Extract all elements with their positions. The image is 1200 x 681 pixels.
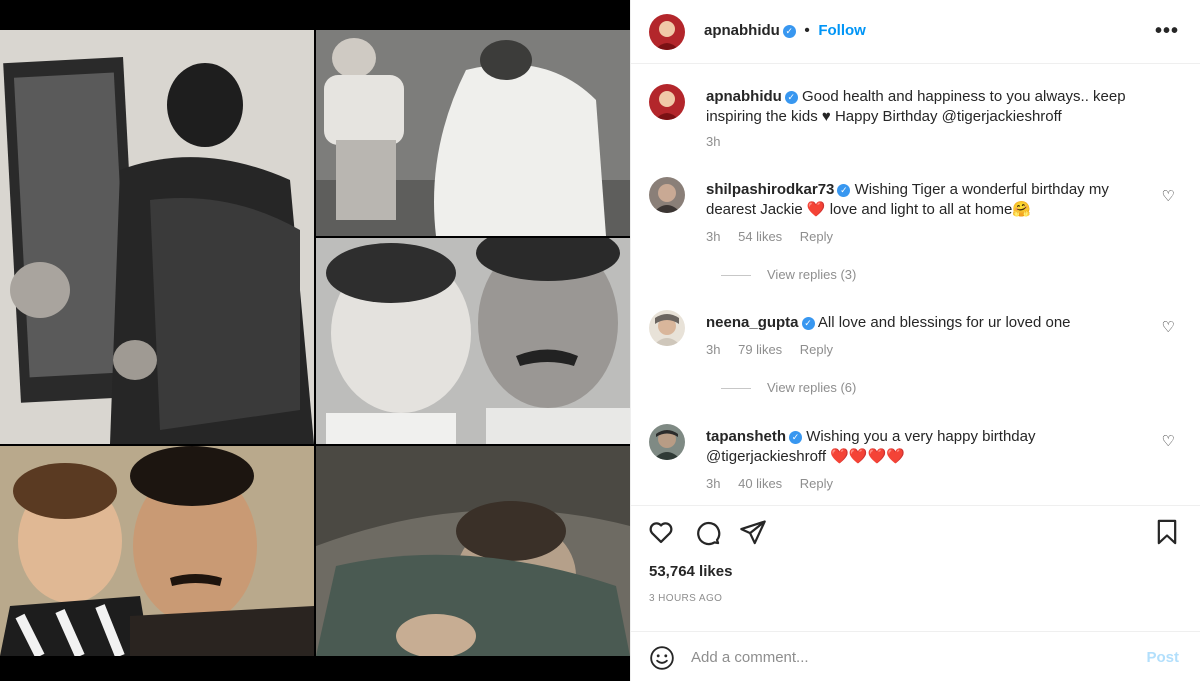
comment-item: shilpashirodkar73 ✓ Wishing Tiger a wonde… (649, 177, 1189, 287)
post-caption: apnabhidu ✓ Good health and happiness to … (649, 84, 1189, 154)
comment-body: neena_gupta ✓ All love and blessings for … (706, 313, 1156, 333)
collage-photo-man-at-wall (0, 30, 314, 444)
separator-dot: • (804, 22, 810, 39)
comment-meta: 3h 40 likes Reply (706, 476, 847, 491)
more-options-icon[interactable]: ••• (1155, 20, 1179, 43)
comment-username[interactable]: neena_gupta (706, 314, 799, 331)
comment-like-heart-icon[interactable]: ♡ (1162, 432, 1175, 450)
post-photo-collage[interactable] (0, 0, 630, 681)
comment-likes[interactable]: 79 likes (738, 342, 782, 357)
caption-body: apnabhidu ✓ Good health and happiness to … (706, 87, 1156, 127)
share-paper-plane-icon[interactable] (739, 518, 767, 546)
verified-badge-icon: ✓ (782, 25, 796, 38)
collage-photo-father-hugging-child (316, 446, 630, 656)
comments-section[interactable]: apnabhidu ✓ Good health and happiness to … (631, 64, 1200, 504)
comment-body: tapansheth ✓ Wishing you a very happy bir… (706, 427, 1156, 467)
post-detail-panel: apnabhidu ✓ • Follow ••• apnabhidu ✓ Good … (630, 0, 1200, 681)
post-comment-button[interactable]: Post (1146, 649, 1179, 666)
caption-avatar[interactable] (649, 84, 685, 120)
likes-count[interactable]: 53,764 likes (649, 563, 732, 580)
comment-item: tapansheth ✓ Wishing you a very happy bir… (649, 424, 1189, 494)
collage-photo-child-and-father (316, 238, 630, 444)
comment-item: neena_gupta ✓ All love and blessings for … (649, 310, 1189, 410)
reply-button[interactable]: Reply (800, 476, 833, 491)
comment-likes[interactable]: 40 likes (738, 476, 782, 491)
author-avatar[interactable] (649, 14, 685, 50)
add-comment-bar: Post (631, 631, 1200, 681)
caption-time: 3h (706, 134, 721, 149)
comment-time: 3h (706, 229, 721, 244)
save-bookmark-icon[interactable] (1153, 518, 1181, 546)
view-replies-button[interactable]: View replies (6) (721, 380, 856, 395)
reply-button[interactable]: Reply (800, 229, 833, 244)
comment-username[interactable]: tapansheth (706, 428, 786, 445)
author-username[interactable]: apnabhidu (704, 22, 780, 39)
caption-username[interactable]: apnabhidu (706, 88, 782, 105)
collage-photo-father-holding-son (0, 446, 314, 656)
comment-body: shilpashirodkar73 ✓ Wishing Tiger a wonde… (706, 180, 1156, 220)
caption-meta: 3h (706, 134, 734, 149)
commenter-avatar[interactable] (649, 310, 685, 346)
like-heart-icon[interactable] (647, 518, 675, 546)
reply-button[interactable]: Reply (800, 342, 833, 357)
comment-text: All love and blessings for ur loved one (817, 314, 1071, 331)
comment-meta: 3h 79 likes Reply (706, 342, 847, 357)
author-line: apnabhidu ✓ • Follow (704, 22, 866, 40)
comment-likes[interactable]: 54 likes (738, 229, 782, 244)
comment-time: 3h (706, 342, 721, 357)
view-replies-button[interactable]: View replies (3) (721, 267, 856, 282)
commenter-avatar[interactable] (649, 177, 685, 213)
verified-badge-icon: ✓ (837, 184, 851, 197)
comment-time: 3h (706, 476, 721, 491)
verified-badge-icon: ✓ (789, 431, 803, 444)
post-header: apnabhidu ✓ • Follow ••• (631, 0, 1200, 64)
verified-badge-icon: ✓ (784, 91, 798, 104)
collage-photo-toddler-standing (316, 30, 630, 236)
post-timestamp[interactable]: 3 HOURS AGO (649, 593, 722, 604)
comment-meta: 3h 54 likes Reply (706, 229, 847, 244)
comment-like-heart-icon[interactable]: ♡ (1162, 187, 1175, 205)
comment-input[interactable] (691, 646, 1111, 668)
comment-bubble-icon[interactable] (693, 518, 721, 546)
comment-like-heart-icon[interactable]: ♡ (1162, 318, 1175, 336)
verified-badge-icon: ✓ (801, 317, 815, 330)
commenter-avatar[interactable] (649, 424, 685, 460)
emoji-smiley-icon[interactable] (649, 645, 675, 671)
follow-button[interactable]: Follow (818, 22, 866, 39)
post-action-bar (631, 505, 1200, 555)
comment-username[interactable]: shilpashirodkar73 (706, 181, 834, 198)
